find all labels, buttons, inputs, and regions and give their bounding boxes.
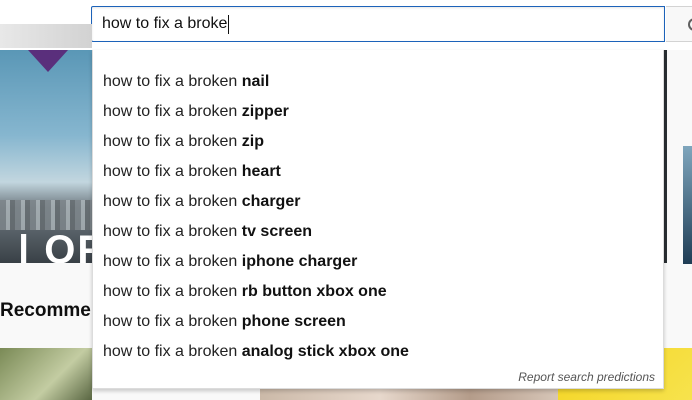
suggestion-list: how to fix a broken nail how to fix a br… — [93, 67, 663, 367]
suggestion-item[interactable]: how to fix a broken zip — [93, 127, 663, 157]
suggestion-prefix: how to fix a broken — [103, 343, 242, 360]
suggestion-item[interactable]: how to fix a broken zipper — [93, 97, 663, 127]
city-silhouette — [0, 200, 92, 230]
suggestion-prefix: how to fix a broken — [103, 313, 242, 330]
suggestion-completion: heart — [241, 163, 281, 180]
search-input[interactable]: how to fix a broke — [91, 6, 665, 42]
masthead: how to fix a broke — [0, 0, 692, 50]
suggestion-item[interactable]: how to fix a broken heart — [93, 157, 663, 187]
report-search-predictions-link[interactable]: Report search predictions — [518, 370, 655, 384]
suggestion-completion: rb button xbox one — [241, 283, 387, 300]
suggestion-completion: phone screen — [241, 313, 346, 330]
suggestion-prefix: how to fix a broken — [103, 133, 242, 150]
suggestion-item[interactable]: how to fix a broken nail — [93, 67, 663, 97]
suggestion-prefix: how to fix a broken — [103, 223, 242, 240]
video-thumbnail-small[interactable] — [683, 146, 692, 264]
suggestion-completion: nail — [241, 73, 270, 90]
suggestion-prefix: how to fix a broken — [103, 73, 242, 90]
suggestion-completion: tv screen — [241, 223, 313, 240]
thumbnail-overlay-text: | OFF — [18, 228, 92, 263]
search-query-text: how to fix a broke — [102, 15, 228, 32]
search-button[interactable] — [666, 6, 692, 42]
text-caret — [228, 14, 230, 34]
star-shape — [28, 50, 68, 72]
search-suggestions-dropdown: how to fix a broken nail how to fix a br… — [92, 50, 664, 389]
suggestion-item[interactable]: how to fix a broken iphone charger — [93, 247, 663, 277]
suggestion-completion: zipper — [241, 103, 289, 120]
search-icon — [688, 18, 692, 31]
video-thumbnail[interactable]: | OFF — [0, 50, 92, 263]
video-thumbnail[interactable] — [0, 348, 92, 400]
suggestion-item[interactable]: how to fix a broken charger — [93, 187, 663, 217]
suggestion-item[interactable]: how to fix a broken tv screen — [93, 217, 663, 247]
suggestion-completion: charger — [241, 193, 301, 210]
suggestion-item[interactable]: how to fix a broken rb button xbox one — [93, 277, 663, 307]
header-edge — [0, 24, 92, 48]
suggestion-completion: analog stick xbox one — [241, 343, 409, 360]
suggestion-completion: iphone charger — [241, 253, 358, 270]
video-thumbnail-edge[interactable] — [664, 50, 667, 263]
suggestion-prefix: how to fix a broken — [103, 163, 242, 180]
suggestion-completion: zip — [241, 133, 264, 150]
section-heading: Recommen — [0, 300, 103, 321]
suggestion-prefix: how to fix a broken — [103, 103, 242, 120]
suggestion-prefix: how to fix a broken — [103, 283, 242, 300]
suggestion-item[interactable]: how to fix a broken phone screen — [93, 307, 663, 337]
suggestion-item[interactable]: how to fix a broken analog stick xbox on… — [93, 337, 663, 367]
suggestion-prefix: how to fix a broken — [103, 193, 242, 210]
suggestion-prefix: how to fix a broken — [103, 253, 242, 270]
